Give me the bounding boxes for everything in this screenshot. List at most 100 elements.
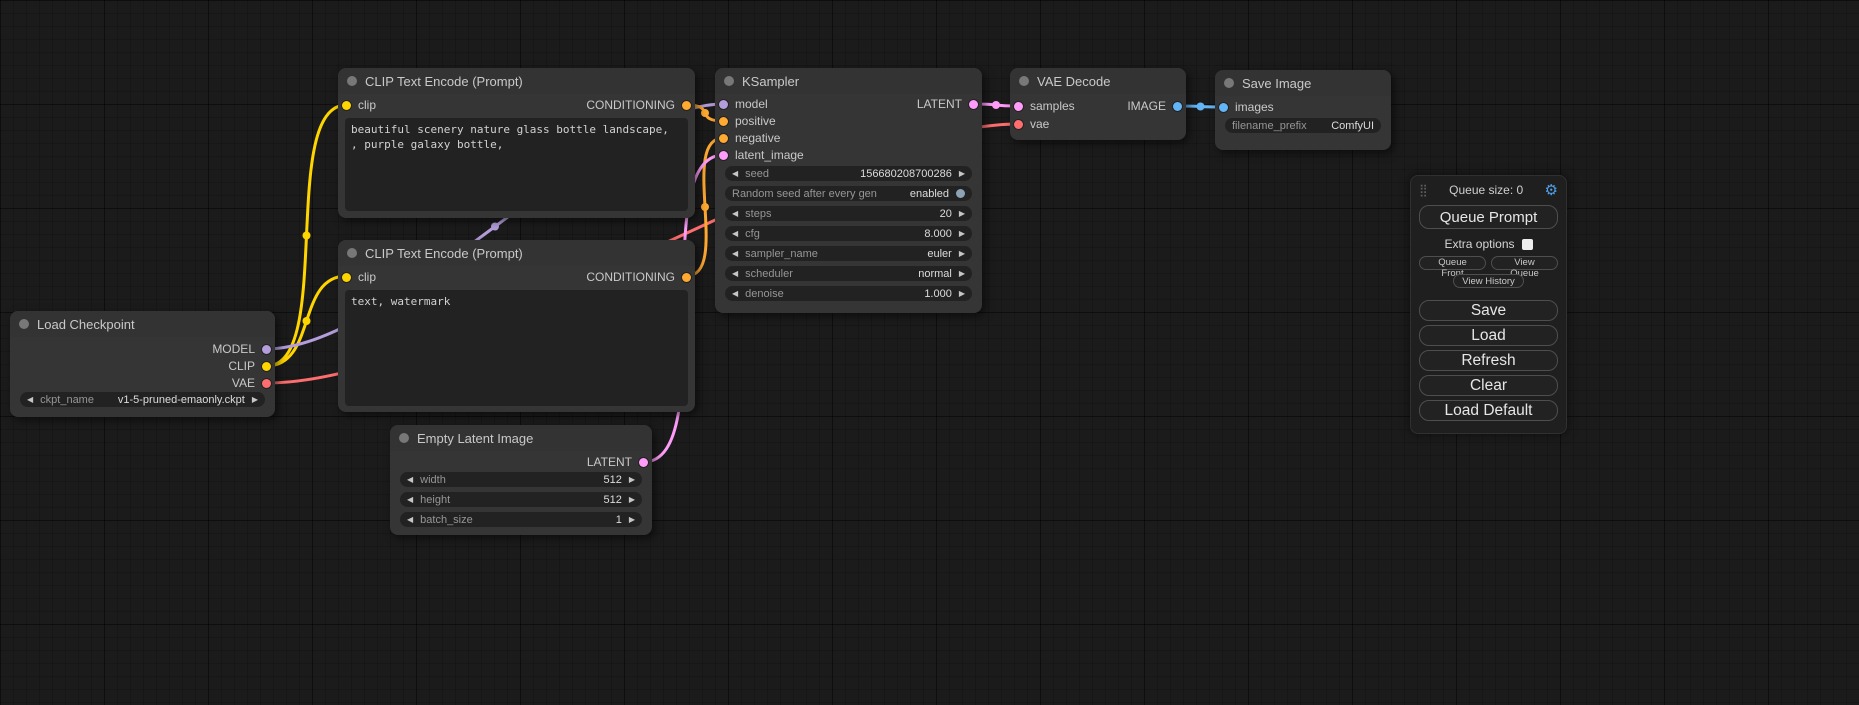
view-queue-button[interactable]: View Queue — [1491, 256, 1558, 270]
ckpt-name-widget[interactable]: ◀ ckpt_name v1-5-pruned-emaonly.ckpt ▶ — [20, 392, 265, 407]
sampler-name-widget[interactable]: ◀ sampler_name euler ▶ — [725, 246, 972, 261]
widget-value: ComfyUI — [1331, 120, 1374, 132]
collapse-dot[interactable] — [347, 248, 357, 258]
input-slot-latent-image: latent_image — [719, 147, 804, 163]
increment-arrow-icon[interactable]: ▶ — [959, 270, 965, 278]
drag-handle-icon[interactable]: ⣿ — [1419, 183, 1428, 197]
negative-input-port[interactable] — [719, 134, 728, 143]
settings-gear-icon[interactable]: ⚙ — [1545, 183, 1558, 198]
conditioning-output-port[interactable] — [682, 273, 691, 282]
node-empty-latent-image[interactable]: Empty Latent Image LATENT ◀ width 512 ▶ … — [390, 425, 652, 535]
slot-label: images — [1235, 100, 1274, 114]
decrement-arrow-icon[interactable]: ◀ — [732, 210, 738, 218]
decrement-arrow-icon[interactable]: ◀ — [407, 516, 413, 524]
increment-arrow-icon[interactable]: ▶ — [959, 210, 965, 218]
node-clip-text-encode-negative[interactable]: CLIP Text Encode (Prompt) clip CONDITION… — [338, 240, 695, 412]
node-clip-text-encode-positive[interactable]: CLIP Text Encode (Prompt) clip CONDITION… — [338, 68, 695, 218]
increment-arrow-icon[interactable]: ▶ — [959, 230, 965, 238]
node-ksampler[interactable]: KSampler model LATENT positive negative … — [715, 68, 982, 313]
widget-name: height — [420, 494, 450, 506]
steps-widget[interactable]: ◀ steps 20 ▶ — [725, 206, 972, 221]
increment-arrow-icon[interactable]: ▶ — [629, 476, 635, 484]
latent-output-port[interactable] — [969, 100, 978, 109]
decrement-arrow-icon[interactable]: ◀ — [27, 396, 33, 404]
decrement-arrow-icon[interactable]: ◀ — [732, 250, 738, 258]
widget-value: 20 — [940, 208, 952, 220]
node-save-image[interactable]: Save Image images filename_prefix ComfyU… — [1215, 70, 1391, 150]
decrement-arrow-icon[interactable]: ◀ — [732, 290, 738, 298]
increment-arrow-icon[interactable]: ▶ — [629, 516, 635, 524]
node-vae-decode[interactable]: VAE Decode samples IMAGE vae — [1010, 68, 1186, 140]
widget-name: batch_size — [420, 514, 473, 526]
increment-arrow-icon[interactable]: ▶ — [629, 496, 635, 504]
collapse-dot[interactable] — [1019, 76, 1029, 86]
batch-size-widget[interactable]: ◀ batch_size 1 ▶ — [400, 512, 642, 527]
model-output-port[interactable] — [262, 345, 271, 354]
model-input-port[interactable] — [719, 100, 728, 109]
toggle-dot-icon[interactable] — [956, 189, 965, 198]
decrement-arrow-icon[interactable]: ◀ — [407, 496, 413, 504]
increment-arrow-icon[interactable]: ▶ — [959, 170, 965, 178]
widget-name: Random seed after every gen — [732, 188, 877, 200]
seed-widget[interactable]: ◀ seed 156680208700286 ▶ — [725, 166, 972, 181]
slot-label: LATENT — [587, 455, 632, 469]
widget-name: denoise — [745, 288, 784, 300]
slot-label: VAE — [232, 376, 255, 390]
denoise-widget[interactable]: ◀ denoise 1.000 ▶ — [725, 286, 972, 301]
latent-output-port[interactable] — [639, 458, 648, 467]
height-widget[interactable]: ◀ height 512 ▶ — [400, 492, 642, 507]
slot-label: IMAGE — [1127, 99, 1166, 113]
node-title-bar: Empty Latent Image — [390, 425, 652, 451]
decrement-arrow-icon[interactable]: ◀ — [732, 170, 738, 178]
samples-input-port[interactable] — [1014, 102, 1023, 111]
random-seed-toggle-widget[interactable]: Random seed after every gen enabled — [725, 186, 972, 201]
increment-arrow-icon[interactable]: ▶ — [959, 250, 965, 258]
collapse-dot[interactable] — [399, 433, 409, 443]
collapse-dot[interactable] — [347, 76, 357, 86]
conditioning-output-port[interactable] — [682, 101, 691, 110]
negative-prompt-textarea[interactable]: text, watermark — [345, 290, 688, 406]
node-load-checkpoint[interactable]: Load Checkpoint MODEL CLIP VAE ◀ ckpt_na… — [10, 311, 275, 417]
decrement-arrow-icon[interactable]: ◀ — [732, 270, 738, 278]
refresh-button[interactable]: Refresh — [1419, 350, 1558, 371]
filename-prefix-widget[interactable]: filename_prefix ComfyUI — [1225, 118, 1381, 133]
queue-prompt-button[interactable]: Queue Prompt — [1419, 205, 1558, 229]
width-widget[interactable]: ◀ width 512 ▶ — [400, 472, 642, 487]
image-output-port[interactable] — [1173, 102, 1182, 111]
positive-prompt-textarea[interactable]: beautiful scenery nature glass bottle la… — [345, 118, 688, 211]
node-title-bar: VAE Decode — [1010, 68, 1186, 94]
decrement-arrow-icon[interactable]: ◀ — [732, 230, 738, 238]
output-slot-image: IMAGE — [1127, 98, 1182, 114]
queue-buttons-row: Queue Front View Queue — [1419, 256, 1558, 270]
save-button[interactable]: Save — [1419, 300, 1558, 321]
vae-output-port[interactable] — [262, 379, 271, 388]
collapse-dot[interactable] — [724, 76, 734, 86]
clip-input-port[interactable] — [342, 101, 351, 110]
collapse-dot[interactable] — [19, 319, 29, 329]
decrement-arrow-icon[interactable]: ◀ — [407, 476, 413, 484]
widget-value: 8.000 — [924, 228, 952, 240]
node-title: Save Image — [1242, 76, 1311, 91]
widget-value: euler — [927, 248, 951, 260]
vae-input-port[interactable] — [1014, 120, 1023, 129]
cfg-widget[interactable]: ◀ cfg 8.000 ▶ — [725, 226, 972, 241]
clip-output-port[interactable] — [262, 362, 271, 371]
extra-options-checkbox[interactable] — [1522, 239, 1533, 250]
view-history-button[interactable]: View History — [1453, 274, 1524, 288]
slot-label: clip — [358, 98, 376, 112]
load-button[interactable]: Load — [1419, 325, 1558, 346]
collapse-dot[interactable] — [1224, 78, 1234, 88]
clear-button[interactable]: Clear — [1419, 375, 1558, 396]
widget-value: 512 — [603, 494, 621, 506]
slot-label: samples — [1030, 99, 1075, 113]
scheduler-widget[interactable]: ◀ scheduler normal ▶ — [725, 266, 972, 281]
positive-input-port[interactable] — [719, 117, 728, 126]
latent-image-input-port[interactable] — [719, 151, 728, 160]
widget-name: seed — [745, 168, 769, 180]
increment-arrow-icon[interactable]: ▶ — [959, 290, 965, 298]
images-input-port[interactable] — [1219, 103, 1228, 112]
load-default-button[interactable]: Load Default — [1419, 400, 1558, 421]
increment-arrow-icon[interactable]: ▶ — [252, 396, 258, 404]
queue-front-button[interactable]: Queue Front — [1419, 256, 1486, 270]
clip-input-port[interactable] — [342, 273, 351, 282]
